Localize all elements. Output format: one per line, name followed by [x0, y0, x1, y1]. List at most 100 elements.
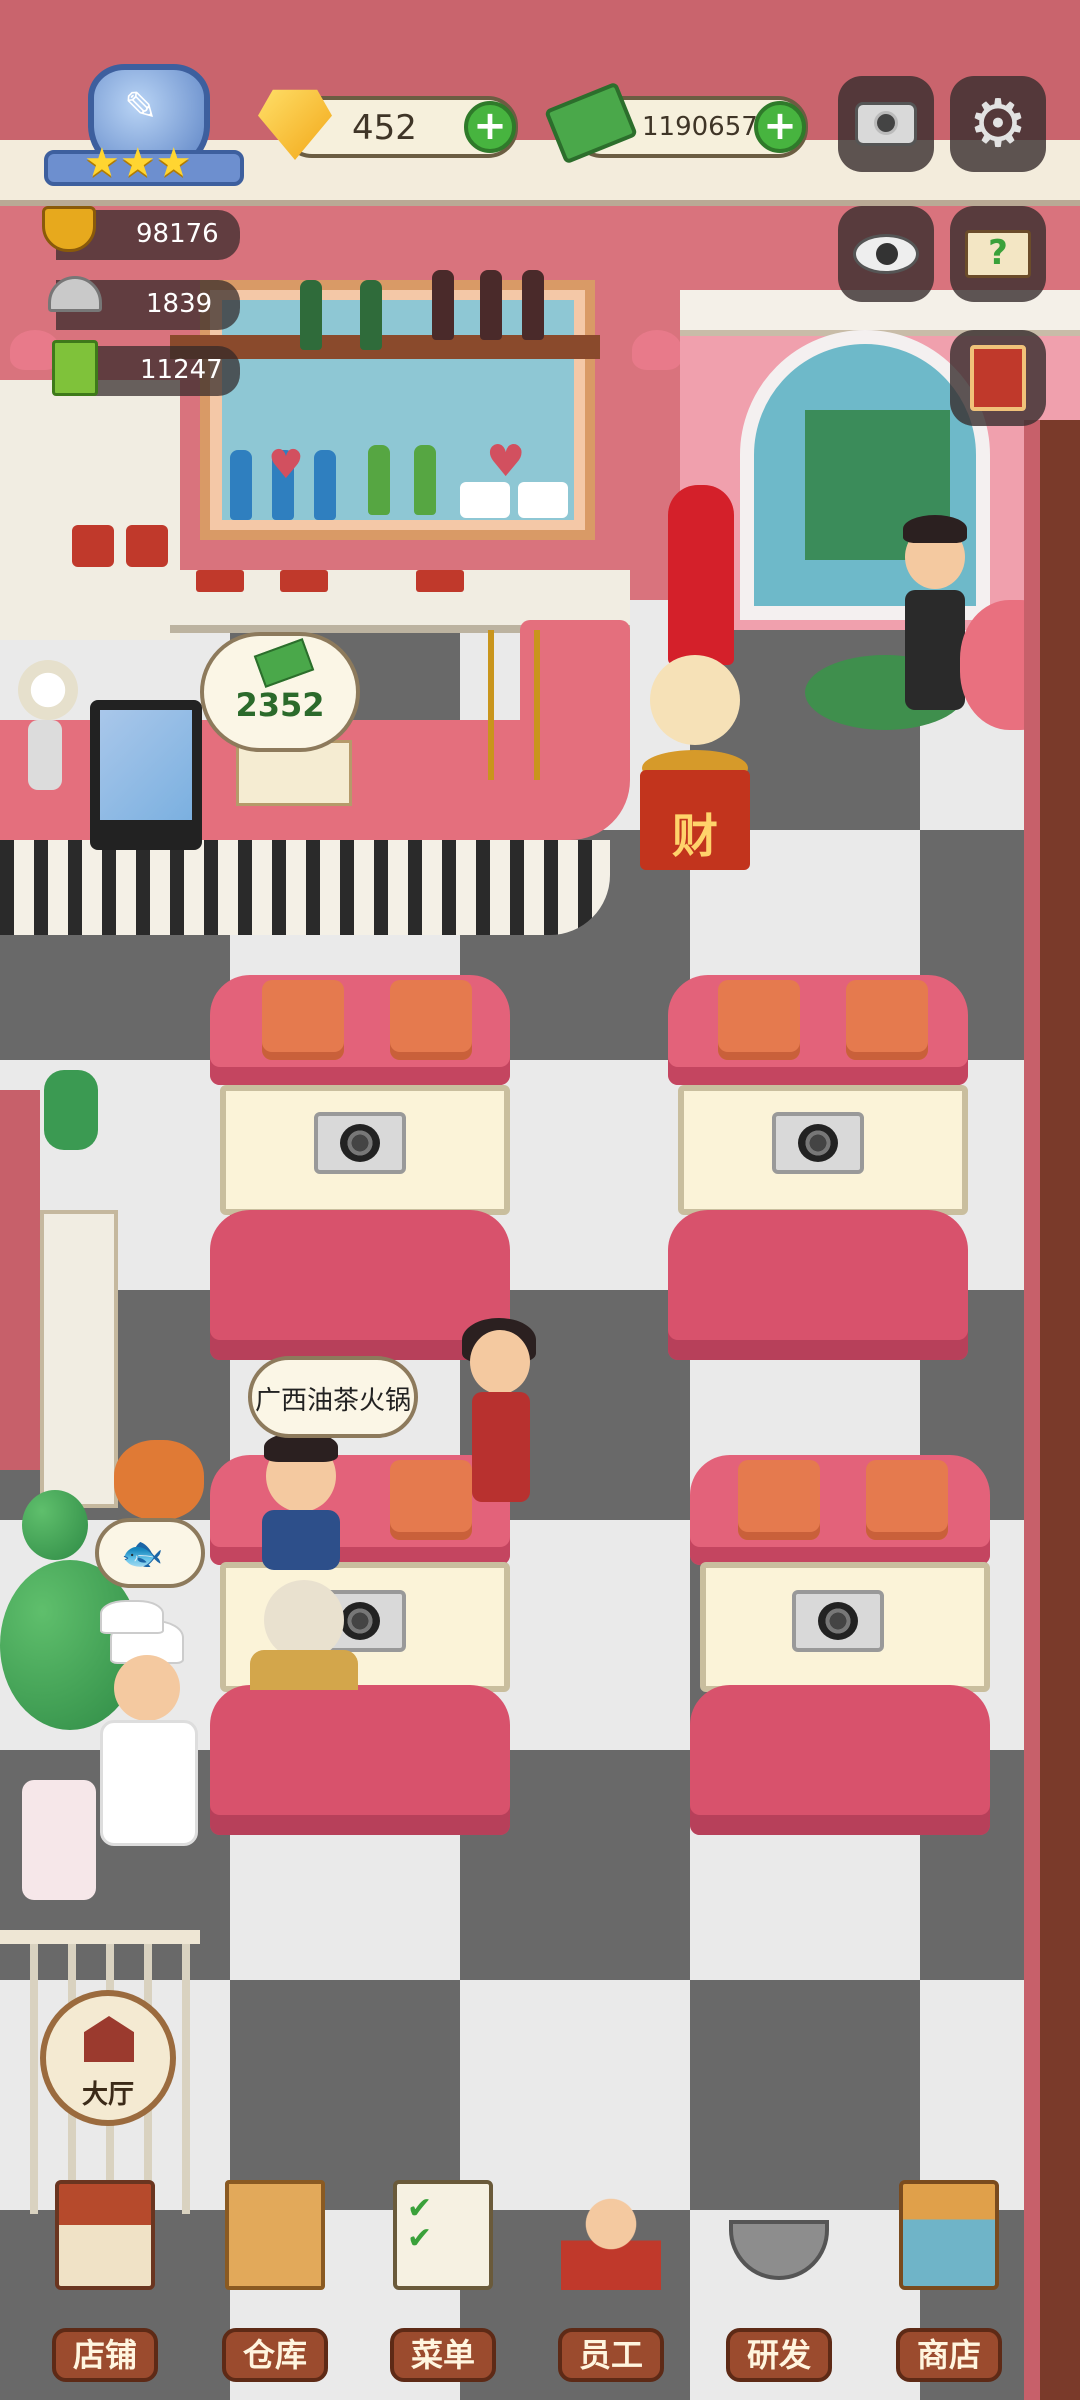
- cushion: [738, 1460, 820, 1540]
- customer-back-head: [264, 1580, 344, 1660]
- nav-shop-label: 商店: [896, 2328, 1002, 2382]
- add-cash-button[interactable]: +: [754, 101, 806, 153]
- nav-store-label: 店铺: [52, 2328, 158, 2382]
- nav-staff-label: 员工: [558, 2328, 664, 2382]
- nav-store[interactable]: 店铺: [30, 2170, 180, 2390]
- cushion: [846, 980, 928, 1060]
- order-bubble[interactable]: 广西油茶火锅: [248, 1356, 418, 1438]
- planter-box: [416, 570, 464, 592]
- boxes-icon: [225, 2180, 325, 2290]
- settings-button[interactable]: ⚙: [950, 76, 1046, 172]
- cushion: [390, 1460, 472, 1540]
- stat-value: 98176: [136, 219, 219, 249]
- order-bubble-fish[interactable]: 🐟: [95, 1518, 205, 1588]
- wine-bottle: [432, 270, 454, 340]
- cushion: [390, 980, 472, 1060]
- order-dish-name: 广西油茶火锅: [254, 1386, 411, 1416]
- plant-pot: [22, 1780, 96, 1900]
- fortune-box-char: 财: [672, 809, 718, 863]
- flower-vase: [18, 660, 78, 720]
- green-bottle: [360, 280, 382, 350]
- recipe-book-icon: [52, 340, 98, 396]
- green-bottle: [300, 280, 322, 350]
- fish-icon: 🐟: [121, 1534, 164, 1574]
- green-bottle: [414, 445, 436, 515]
- nav-research[interactable]: 研发: [704, 2170, 854, 2390]
- nav-warehouse-label: 仓库: [222, 2328, 328, 2382]
- vase: [28, 720, 62, 790]
- hanging-lamp: [632, 330, 682, 370]
- cash-icon: [253, 638, 315, 688]
- hotpot-stove: [792, 1590, 884, 1652]
- question-book-icon: ?: [965, 230, 1031, 278]
- hotpot-stove: [772, 1112, 864, 1174]
- cactus: [44, 1070, 98, 1150]
- counter-front-stripes: [0, 840, 610, 935]
- cash-register-monitor[interactable]: [90, 700, 202, 850]
- waitress-body[interactable]: [472, 1392, 530, 1502]
- waitress-head: [470, 1330, 530, 1394]
- stat-value: 11247: [140, 355, 223, 385]
- gem-counter-value: 452: [352, 108, 417, 148]
- red-postbox: [668, 485, 734, 665]
- candelabra: [488, 630, 540, 780]
- stat-value: 1839: [146, 289, 213, 319]
- hall-button[interactable]: 大厅: [40, 1990, 176, 2126]
- blue-bottle: [230, 450, 252, 520]
- nav-staff[interactable]: 员工: [536, 2170, 686, 2390]
- planter-box: [280, 570, 328, 592]
- chef-head: [114, 1655, 180, 1721]
- flower-plant: [22, 1490, 88, 1560]
- right-pillar: [1024, 420, 1080, 2400]
- left-wall-shelf: [0, 380, 180, 640]
- chef-hat: [100, 1600, 164, 1634]
- nav-research-label: 研发: [726, 2328, 832, 2382]
- green-bottle: [368, 445, 390, 515]
- plate-stack: [460, 482, 510, 518]
- camera-icon: [855, 102, 917, 146]
- customer-back-body[interactable]: [250, 1650, 358, 1690]
- hall-button-label: 大厅: [81, 2080, 134, 2110]
- red-book-icon: [970, 345, 1026, 411]
- customer-businessman-body[interactable]: [905, 590, 965, 710]
- view-button[interactable]: [838, 206, 934, 302]
- mug: [126, 525, 168, 567]
- nav-shop[interactable]: 商店: [874, 2170, 1024, 2390]
- cushion: [866, 1460, 948, 1540]
- gear-icon: ⚙: [968, 85, 1028, 162]
- guide-book-button[interactable]: ?: [950, 206, 1046, 302]
- chef-body[interactable]: [100, 1720, 198, 1846]
- camera-button[interactable]: [838, 76, 934, 172]
- customer-businessman-hair: [903, 515, 967, 543]
- rank-badge[interactable]: ✎ ★★★: [44, 60, 244, 190]
- income-amount: 2352: [235, 686, 325, 724]
- staff-icon: [561, 2180, 661, 2290]
- blue-bottle: [314, 450, 336, 520]
- nav-warehouse[interactable]: 仓库: [200, 2170, 350, 2390]
- nav-menu[interactable]: ✔ ✔ 菜单: [368, 2170, 518, 2390]
- customer-seated[interactable]: [262, 1510, 340, 1570]
- eye-icon: [853, 234, 919, 274]
- cushion: [262, 980, 344, 1060]
- mug: [72, 525, 114, 567]
- cash-counter-value: 11906577: [642, 112, 775, 142]
- income-bubble[interactable]: 2352: [200, 632, 360, 752]
- wine-bottle: [480, 270, 502, 340]
- hall-building-icon: [84, 2016, 134, 2062]
- wine-bottle: [522, 270, 544, 340]
- booth-front: [668, 1210, 968, 1360]
- whisk-icon: ✎: [124, 84, 158, 130]
- heart-decoration: ♥: [486, 436, 526, 487]
- storefront-icon: [55, 2180, 155, 2290]
- nav-menu-label: 菜单: [390, 2328, 496, 2382]
- wok-icon: [729, 2220, 829, 2280]
- recipe-book-button[interactable]: [950, 330, 1046, 426]
- tiger-mascot: [114, 1440, 204, 1520]
- planter-box: [196, 570, 244, 592]
- booth-front: [210, 1685, 510, 1835]
- lucky-cat[interactable]: [650, 655, 740, 745]
- cushion: [718, 980, 800, 1060]
- add-gems-button[interactable]: +: [464, 101, 516, 153]
- hotpot-stove: [314, 1112, 406, 1174]
- rating-stars: ★★★: [84, 140, 192, 186]
